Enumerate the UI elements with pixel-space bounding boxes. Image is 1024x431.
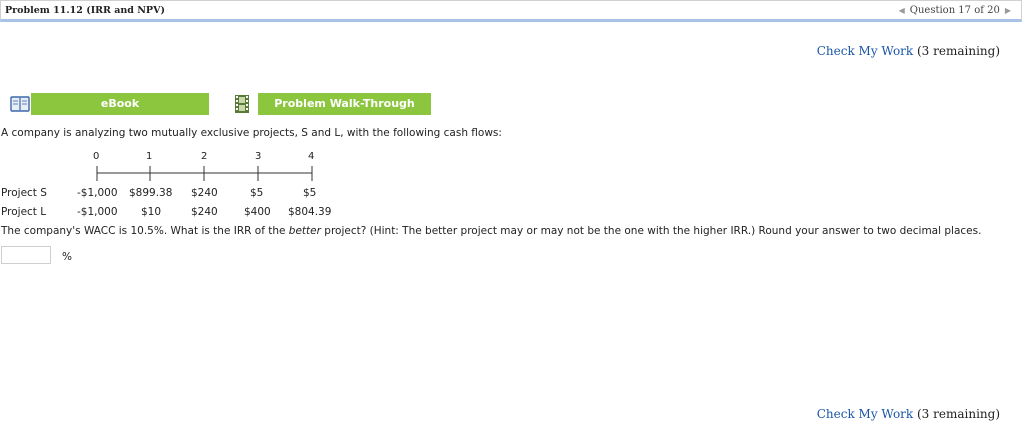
problem-intro: A company is analyzing two mutually excl…: [1, 127, 502, 139]
check-my-work-top: Check My Work (3 remaining): [817, 44, 1000, 58]
timeline-period-0: 0: [93, 151, 100, 162]
timeline-axis: [96, 166, 313, 181]
project-name: Project L: [1, 206, 47, 218]
question-counter: Question 17 of 20: [909, 5, 1000, 16]
cash-flow-cell: -$1,000: [77, 187, 118, 199]
cash-flow-cell: $5: [303, 187, 317, 199]
cash-flow-cell: $240: [191, 187, 218, 199]
film-icon[interactable]: [232, 94, 252, 114]
attempts-remaining: (3 remaining): [917, 44, 1000, 58]
project-name: Project S: [1, 187, 47, 199]
question-part-1: The company's WACC is 10.5%. What is the…: [1, 225, 289, 237]
question-navigator: ◀ Question 17 of 20 ▶: [899, 5, 1011, 16]
question-text: The company's WACC is 10.5%. What is the…: [1, 225, 981, 237]
problem-header-bar: Problem 11.12 (IRR and NPV) ◀ Question 1…: [0, 0, 1022, 22]
cash-flow-cell: $804.39: [288, 206, 332, 218]
timeline-period-2: 2: [201, 151, 208, 162]
attempts-remaining: (3 remaining): [917, 407, 1000, 421]
check-my-work-link[interactable]: Check My Work: [817, 407, 913, 421]
timeline-period-4: 4: [308, 151, 315, 162]
previous-question-icon[interactable]: ◀: [899, 6, 905, 15]
ebook-button[interactable]: eBook: [31, 93, 209, 115]
percent-unit-label: %: [62, 251, 72, 263]
problem-walkthrough-button[interactable]: Problem Walk-Through: [258, 93, 431, 115]
cash-flow-cell: $240: [191, 206, 218, 218]
cash-flow-cell: $400: [244, 206, 271, 218]
cash-flow-cell: -$1,000: [77, 206, 118, 218]
check-my-work-bottom: Check My Work (3 remaining): [817, 407, 1000, 421]
next-question-icon[interactable]: ▶: [1005, 6, 1011, 15]
question-part-2: project? (Hint: The better project may o…: [320, 225, 982, 237]
cash-flow-cell: $5: [250, 187, 264, 199]
timeline-period-3: 3: [255, 151, 262, 162]
book-icon[interactable]: [10, 94, 30, 114]
irr-answer-input[interactable]: [1, 246, 51, 264]
question-emphasis: better: [288, 225, 321, 237]
cash-flow-cell: $10: [141, 206, 162, 218]
problem-title: Problem 11.12 (IRR and NPV): [5, 5, 165, 16]
check-my-work-link[interactable]: Check My Work: [817, 44, 913, 58]
cash-flow-cell: $899.38: [129, 187, 173, 199]
timeline-period-1: 1: [146, 151, 153, 162]
